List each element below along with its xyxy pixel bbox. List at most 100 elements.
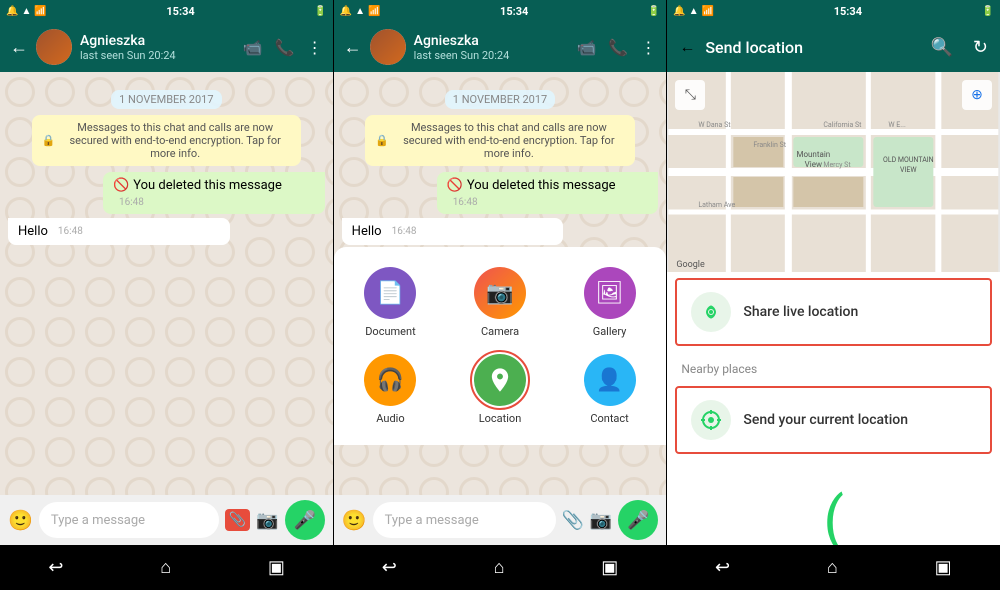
status-bar-2: 🔔 ▲ 📶 15:34 🔋: [334, 0, 667, 22]
phone-icon-2[interactable]: 📞: [608, 38, 628, 57]
system-msg-2[interactable]: 🔒 Messages to this chat and calls are no…: [365, 115, 634, 166]
send-location-title: Send location: [705, 38, 920, 57]
contact-name-1: Agnieszka: [80, 33, 235, 49]
battery-icon: 🔋: [314, 6, 326, 17]
avatar-1: [36, 29, 72, 65]
map-expand-button[interactable]: ⤡: [675, 80, 705, 110]
home-nav-icon-2[interactable]: ⌂: [494, 557, 505, 578]
location-label: Location: [479, 412, 522, 425]
refresh-icon[interactable]: ↻: [973, 37, 988, 58]
header-info-2: Agnieszka last seen Sun 20:24: [414, 33, 569, 62]
map-svg: Mountain View OLD MOUNTAIN VIEW W Dana S…: [667, 72, 1000, 272]
deleted-icon-2: 🚫: [447, 178, 463, 193]
recents-nav-icon-2[interactable]: ▣: [601, 557, 618, 578]
alarm-icon-2: 🔔: [340, 6, 352, 17]
status-bar-left-3: 🔔 ▲ 📶: [673, 6, 714, 17]
battery-icon-2: 🔋: [648, 6, 660, 17]
audio-label: Audio: [376, 412, 404, 425]
video-call-icon-2[interactable]: 📹: [577, 38, 597, 57]
attachment-button-2[interactable]: 📎: [562, 510, 584, 531]
svg-text:Franklin St: Franklin St: [754, 141, 787, 149]
live-location-text: Share live location: [743, 304, 976, 320]
svg-text:California St: California St: [824, 121, 863, 129]
alarm-icon: 🔔: [6, 6, 18, 17]
contact-icon: 👤: [584, 354, 636, 406]
back-button-3[interactable]: ←: [679, 37, 695, 57]
chat-header-2: ← Agnieszka last seen Sun 20:24 📹 📞 ⋮: [334, 22, 667, 72]
chat-header-1: ← Agnieszka last seen Sun 20:24 📹 📞 ⋮: [0, 22, 333, 72]
share-document[interactable]: 📄 Document: [344, 267, 438, 338]
gallery-label: Gallery: [593, 325, 627, 338]
mic-button-2[interactable]: 🎤: [618, 500, 658, 540]
status-time-3: 15:34: [834, 5, 862, 18]
alarm-icon-3: 🔔: [673, 6, 685, 17]
camera-button-1[interactable]: 📷: [256, 510, 278, 531]
map-container[interactable]: Mountain View OLD MOUNTAIN VIEW W Dana S…: [667, 72, 1000, 272]
date-badge-1: 1 NOVEMBER 2017: [8, 88, 325, 107]
header-icons-2: 📹 📞 ⋮: [577, 38, 657, 57]
share-gallery[interactable]: 🖼 Gallery: [563, 267, 657, 338]
avatar-2: [370, 29, 406, 65]
camera-button-2[interactable]: 📷: [590, 510, 612, 531]
status-bar-3: 🔔 ▲ 📶 15:34 🔋: [667, 0, 1000, 22]
emoji-button-2[interactable]: 🙂: [342, 508, 367, 532]
wifi-icon-2: ▲: [355, 6, 365, 17]
more-options-icon-2[interactable]: ⋮: [640, 38, 656, 57]
back-button-2[interactable]: ←: [344, 37, 362, 58]
message-input-2[interactable]: Type a message: [373, 502, 556, 538]
camera-share-icon: 📷: [474, 267, 526, 319]
emoji-button-1[interactable]: 🙂: [8, 508, 33, 532]
back-nav-icon-2[interactable]: ↩: [382, 557, 397, 578]
audio-icon: 🎧: [364, 354, 416, 406]
system-msg-1[interactable]: 🔒 Messages to this chat and calls are no…: [32, 115, 301, 166]
deleted-msg-bubble-2: 🚫 You deleted this message 16:48: [437, 172, 659, 214]
current-location-title: Send your current location: [743, 412, 976, 428]
bottom-nav-1: ↩ ⌂ ▣: [0, 545, 333, 590]
last-seen-2: last seen Sun 20:24: [414, 49, 569, 62]
map-gps-button[interactable]: ⊕: [962, 80, 992, 110]
back-nav-icon-1[interactable]: ↩: [48, 557, 63, 578]
send-current-location-option[interactable]: Send your current location: [675, 386, 992, 454]
last-seen-1: last seen Sun 20:24: [80, 49, 235, 62]
svg-text:VIEW: VIEW: [900, 166, 917, 174]
share-camera[interactable]: 📷 Camera: [453, 267, 547, 338]
share-audio[interactable]: 🎧 Audio: [344, 354, 438, 425]
loading-arc-symbol: ): [823, 490, 844, 545]
attachment-button-1[interactable]: 📎: [225, 509, 250, 531]
camera-label: Camera: [481, 325, 519, 338]
status-bar-left-1: 🔔 ▲ 📶: [6, 6, 47, 17]
signal-icon: 📶: [34, 6, 46, 17]
location-list: Share live location Nearby places: [667, 272, 1000, 545]
share-live-location-option[interactable]: Share live location: [675, 278, 992, 346]
screen-2: 🔔 ▲ 📶 15:34 🔋 ← Agnieszka last seen Sun …: [334, 0, 668, 545]
hello-msg-bubble-2: Hello 16:48: [342, 218, 564, 245]
more-options-icon[interactable]: ⋮: [307, 38, 323, 57]
status-time-1: 15:34: [166, 5, 194, 18]
phone-icon[interactable]: 📞: [275, 38, 295, 57]
back-button-1[interactable]: ←: [10, 37, 28, 58]
share-menu: 📄 Document 📷 Camera 🖼 Gallery 🎧 Audio: [334, 247, 667, 445]
status-bar-right-3: 🔋: [982, 6, 994, 17]
recents-nav-icon-3[interactable]: ▣: [935, 557, 952, 578]
header-icons-1: 📹 📞 ⋮: [243, 38, 323, 57]
wifi-icon-3: ▲: [689, 6, 699, 17]
message-input-1[interactable]: Type a message: [39, 502, 219, 538]
deleted-icon: 🚫: [113, 178, 129, 193]
back-nav-icon-3[interactable]: ↩: [715, 557, 730, 578]
input-bar-2: 🙂 Type a message 📎 📷 🎤: [334, 495, 667, 545]
mic-button-1[interactable]: 🎤: [285, 500, 325, 540]
send-location-header: ← Send location 🔍 ↻: [667, 22, 1000, 72]
home-nav-icon-1[interactable]: ⌂: [160, 557, 171, 578]
svg-text:W E...: W E...: [889, 121, 907, 129]
signal-icon-3: 📶: [702, 6, 714, 17]
svg-text:OLD MOUNTAIN: OLD MOUNTAIN: [883, 156, 934, 164]
home-nav-icon-3[interactable]: ⌂: [827, 557, 838, 578]
hello-msg-bubble: Hello 16:48: [8, 218, 230, 245]
video-call-icon[interactable]: 📹: [243, 38, 263, 57]
search-icon[interactable]: 🔍: [931, 37, 953, 58]
document-icon: 📄: [364, 267, 416, 319]
live-location-title: Share live location: [743, 304, 976, 320]
share-contact[interactable]: 👤 Contact: [563, 354, 657, 425]
share-location[interactable]: Location: [453, 354, 547, 425]
recents-nav-icon-1[interactable]: ▣: [268, 557, 285, 578]
